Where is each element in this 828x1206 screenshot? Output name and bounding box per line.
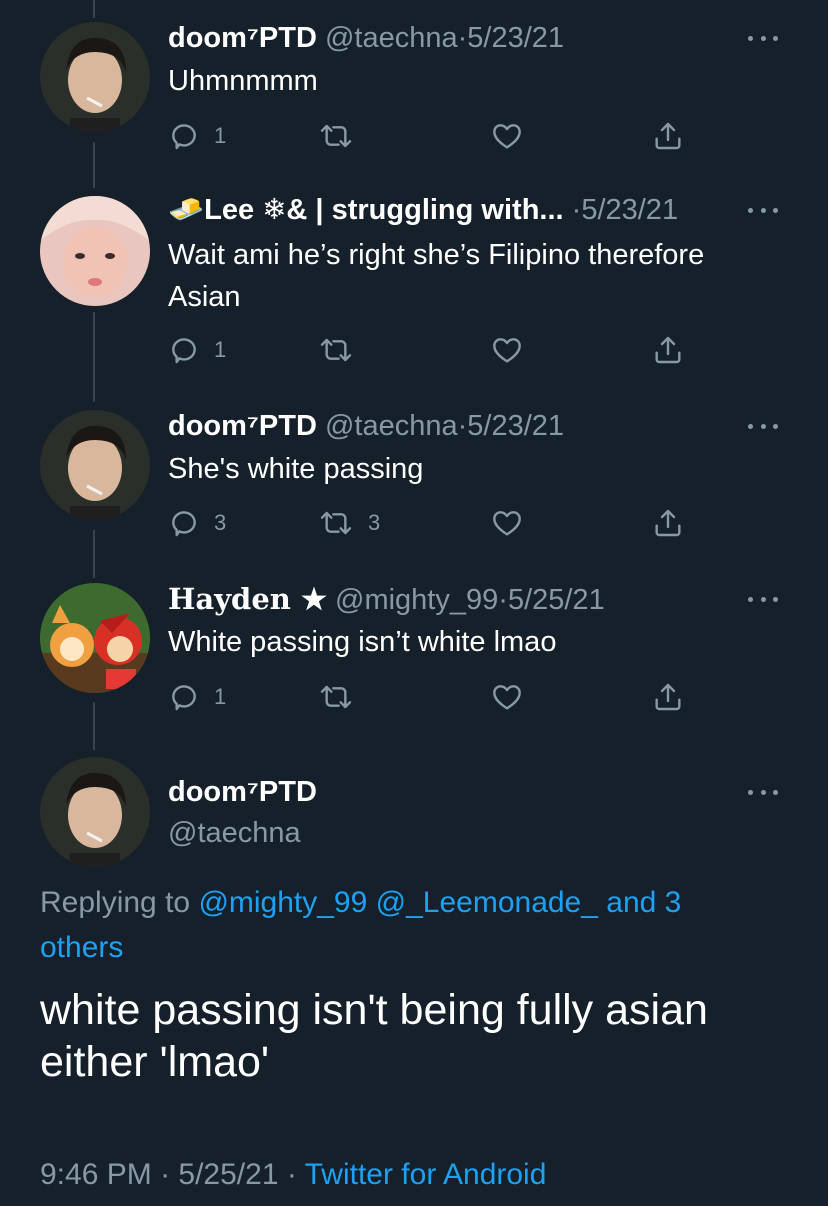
tweet-text: She's white passing [168, 453, 424, 485]
separator-dot: · [498, 584, 508, 616]
reply-button[interactable]: 3 [168, 505, 226, 541]
share-icon [655, 122, 681, 150]
retweet-icon [320, 511, 352, 535]
tweet-header: Hayden ★ @mighty_99·5/25/21 [168, 581, 733, 618]
separator-dot: · [457, 410, 468, 442]
reply-button[interactable]: 1 [168, 332, 226, 368]
tweet-date[interactable]: 5/23/21 [581, 194, 678, 226]
user-handle[interactable]: @taechna [325, 410, 458, 442]
reply-icon [172, 124, 196, 150]
display-name[interactable]: doom⁷PTD [168, 410, 317, 442]
heart-icon [493, 511, 521, 536]
avatar[interactable] [40, 583, 150, 693]
tweet-date[interactable]: 5/23/21 [467, 410, 564, 442]
user-handle[interactable]: @mighty_99 [335, 584, 498, 616]
reply-tweet[interactable]: 🧈Lee ❄︎& | struggling with... ·5/23/21 W… [0, 190, 828, 400]
reply-button[interactable]: 1 [168, 679, 226, 715]
more-icon[interactable] [748, 416, 778, 436]
separator-dot: · [571, 194, 582, 226]
reply-count: 1 [214, 123, 227, 148]
tweet-header: doom⁷PTD @taechna·5/23/21 [168, 20, 733, 56]
tweet-actions: 1 [168, 118, 688, 154]
avatar[interactable] [40, 196, 150, 306]
user-handle[interactable]: @taechna [325, 22, 458, 54]
like-button[interactable] [490, 332, 524, 368]
display-name[interactable]: 🧈Lee ❄︎& | struggling with... [168, 194, 564, 226]
tweet-footer: 9:46 PM · 5/25/21 · Twitter for Android [40, 1155, 546, 1195]
avatar[interactable] [40, 22, 150, 132]
tweet-text: Uhmnmmm [168, 65, 318, 97]
more-icon[interactable] [748, 200, 778, 220]
tweet-date[interactable]: 5/23/21 [467, 22, 564, 54]
tweet-header: doom⁷PTD @taechna·5/23/21 [168, 408, 733, 444]
retweet-button[interactable] [318, 332, 368, 368]
separator-dot: · [151, 1158, 179, 1191]
reply-tweet[interactable]: doom⁷PTD @taechna·5/23/21 Uhmnmmm 1 [0, 0, 828, 190]
retweet-button[interactable] [318, 118, 368, 154]
reply-button[interactable]: 1 [168, 118, 226, 154]
separator-dot: · [278, 1158, 305, 1191]
replying-to: Replying to @mighty_99 @_Leemonade_ and … [40, 880, 760, 970]
retweet-button[interactable] [318, 679, 368, 715]
display-name[interactable]: doom⁷PTD [168, 774, 317, 810]
avatar[interactable] [40, 410, 150, 520]
tweet-time[interactable]: 9:46 PM [40, 1158, 152, 1191]
retweet-icon [320, 685, 352, 709]
tweet-date[interactable]: 5/25/21 [178, 1158, 278, 1191]
share-button[interactable] [652, 332, 684, 368]
share-icon [655, 509, 681, 537]
share-icon [655, 683, 681, 711]
tweet-text: White passing isn’t white lmao [168, 626, 557, 658]
tweet-text: Wait ami he’s right she’s Filipino there… [168, 239, 705, 313]
reply-count: 1 [214, 684, 227, 709]
reply-icon [172, 511, 196, 537]
retweet-icon [320, 124, 352, 148]
heart-icon [493, 338, 521, 363]
like-button[interactable] [490, 679, 524, 715]
retweet-icon [320, 338, 352, 362]
tweet-actions: 3 3 [168, 505, 688, 541]
tweet-date[interactable]: 5/25/21 [508, 584, 605, 616]
reply-count: 1 [214, 337, 227, 362]
more-icon[interactable] [748, 782, 778, 802]
display-name[interactable]: doom⁷PTD [168, 22, 317, 54]
avatar[interactable] [40, 757, 150, 867]
more-icon[interactable] [748, 28, 778, 48]
reply-icon [172, 685, 196, 711]
share-button[interactable] [652, 118, 684, 154]
heart-icon [493, 124, 521, 149]
share-icon [655, 336, 681, 364]
reply-tweet[interactable]: Hayden ★ @mighty_99·5/25/21 White passin… [0, 575, 828, 750]
share-button[interactable] [652, 505, 684, 541]
reply-icon [172, 338, 196, 364]
like-button[interactable] [490, 505, 524, 541]
tweet-actions: 1 [168, 679, 688, 715]
tweet-text: white passing isn't being fully asian ei… [40, 986, 708, 1086]
replying-prefix: Replying to [40, 886, 199, 919]
like-button[interactable] [490, 118, 524, 154]
share-button[interactable] [652, 679, 684, 715]
tweet-actions: 1 [168, 332, 688, 368]
tweet-source[interactable]: Twitter for Android [305, 1158, 547, 1191]
heart-icon [493, 685, 521, 710]
display-name[interactable]: Hayden ★ [168, 582, 327, 616]
more-icon[interactable] [748, 589, 778, 609]
reply-tweet[interactable]: doom⁷PTD @taechna·5/23/21 She's white pa… [0, 400, 828, 575]
tweet-header: 🧈Lee ❄︎& | struggling with... ·5/23/21 [168, 192, 733, 228]
reply-count: 3 [214, 510, 227, 535]
user-handle[interactable]: @taechna [168, 815, 301, 851]
separator-dot: · [457, 22, 468, 54]
retweet-count: 3 [368, 510, 381, 535]
retweet-button[interactable]: 3 [318, 505, 380, 541]
